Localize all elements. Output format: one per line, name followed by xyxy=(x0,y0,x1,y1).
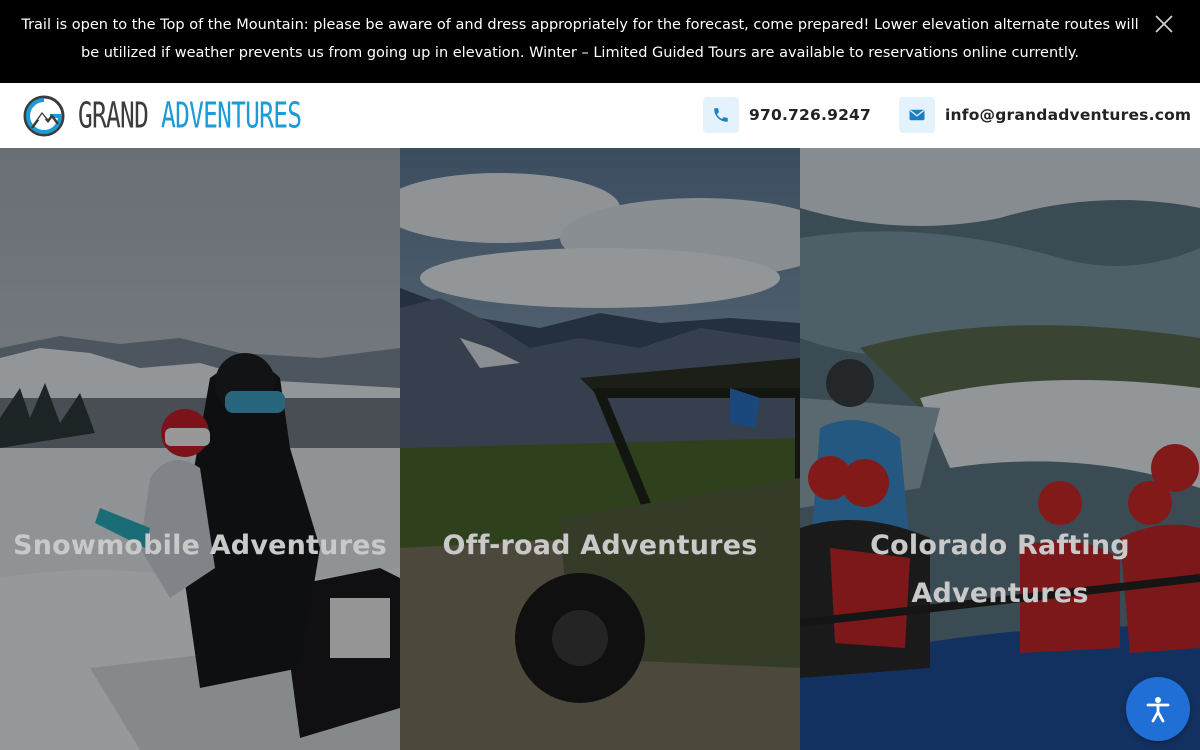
site-logo[interactable]: GRAND ADVENTURES xyxy=(22,95,388,137)
site-header: GRAND ADVENTURES 970.726.9247 info@grand… xyxy=(0,83,1200,148)
envelope-icon xyxy=(899,97,935,133)
phone-contact[interactable]: 970.726.9247 xyxy=(703,97,871,133)
close-icon[interactable] xyxy=(1154,14,1174,34)
logo-mark-icon xyxy=(23,95,65,137)
panel-snowmobile[interactable]: Snowmobile Adventures xyxy=(0,148,400,750)
email-address: info@grandadventures.com xyxy=(945,106,1192,124)
accessibility-icon xyxy=(1146,697,1170,723)
alert-banner: Trail is open to the Top of the Mountain… xyxy=(0,0,1200,83)
alert-message: Trail is open to the Top of the Mountain… xyxy=(21,17,1139,61)
panel-rafting[interactable]: Colorado Rafting Adventures xyxy=(800,148,1200,750)
panel-title-offroad: Off-road Adventures xyxy=(442,530,758,561)
phone-icon xyxy=(703,97,739,133)
email-contact[interactable]: info@grandadventures.com xyxy=(899,97,1191,133)
panel-offroad[interactable]: Off-road Adventures xyxy=(400,148,800,750)
logo-word-grand: GRAND xyxy=(78,95,149,137)
panel-title-snowmobile: Snowmobile Adventures xyxy=(13,530,387,561)
logo-word-adventures: ADVENTURES xyxy=(161,95,302,137)
panel-title-rafting: Colorado Rafting Adventures xyxy=(870,530,1130,609)
phone-number: 970.726.9247 xyxy=(749,106,872,124)
adventure-panels: Snowmobile Adventures Off-road Adventure… xyxy=(0,148,1200,750)
accessibility-button[interactable] xyxy=(1126,677,1190,741)
